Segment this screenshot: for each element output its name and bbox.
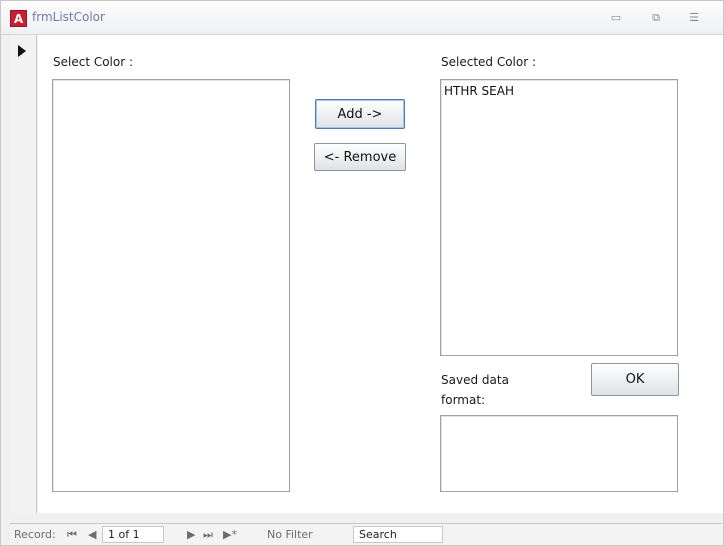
ok-button[interactable]: OK [591,363,679,396]
filter-status[interactable]: No Filter [267,528,313,541]
first-record-icon[interactable]: ⏮ [67,528,77,542]
next-record-icon[interactable]: ▶ [187,528,195,541]
window-title: frmListColor [32,10,105,24]
saved-data-format-field[interactable] [440,415,678,492]
last-record-icon[interactable]: ⏭ [203,528,213,542]
title-bar: A frmListColor ▭ ⧉ ☰ [1,1,723,35]
available-colors-listbox[interactable] [52,79,290,492]
minimize-icon[interactable]: ▭ [607,11,625,25]
list-item[interactable]: HTHR SEAH [441,80,677,99]
record-label: Record: [14,528,56,541]
restore-icon[interactable]: ⧉ [647,11,665,25]
record-position-field[interactable]: 1 of 1 [102,526,164,543]
current-record-arrow-icon [18,45,26,57]
form-detail-section: Select Color : Add -> <- Remove Selected… [38,35,723,513]
remove-button[interactable]: <- Remove [314,143,406,171]
form-window: A frmListColor ▭ ⧉ ☰ Select Color : Add … [0,0,724,546]
previous-record-icon[interactable]: ◀ [88,528,96,541]
access-app-icon: A [10,10,27,27]
record-navigation-bar: Record: ⏮ ◀ 1 of 1 ▶ ⏭ ▶* No Filter Sear… [10,523,722,545]
selected-color-label: Selected Color : [441,55,537,69]
new-record-icon[interactable]: ▶* [223,528,237,541]
select-color-label: Select Color : [53,55,134,69]
add-button[interactable]: Add -> [315,99,405,129]
close-icon[interactable]: ☰ [685,11,703,25]
search-input[interactable]: Search [353,526,443,543]
record-selector[interactable] [10,35,37,513]
selected-colors-listbox[interactable]: HTHR SEAH [440,79,678,356]
saved-data-format-label: Saved data format: [441,373,509,407]
